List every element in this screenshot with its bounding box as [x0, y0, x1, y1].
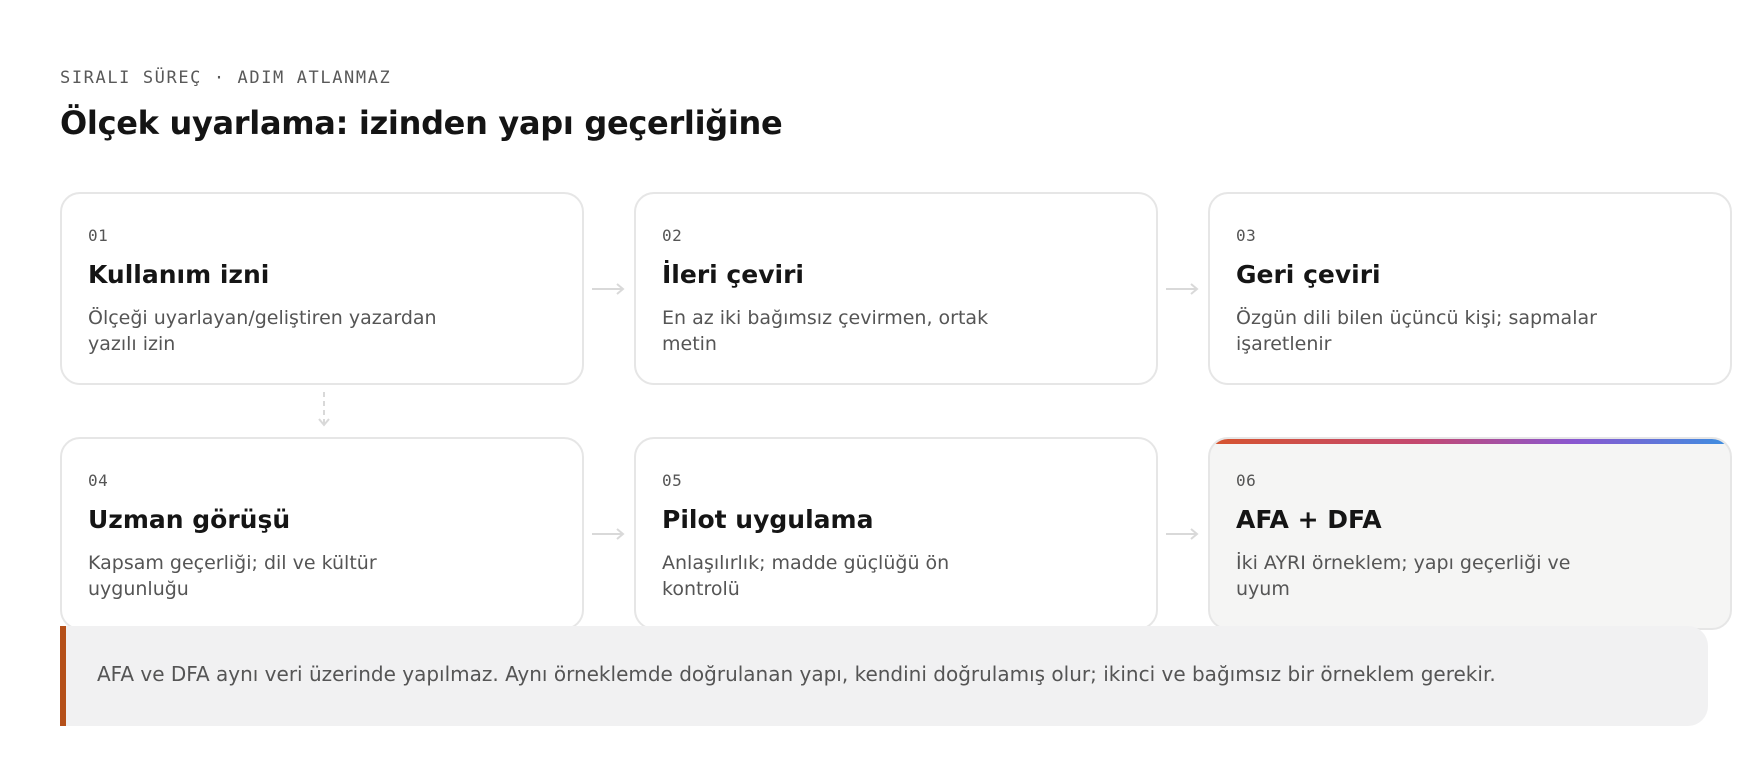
arrow-right-icon — [592, 283, 625, 295]
arrow-right-icon — [592, 528, 625, 540]
step-card-6-final: 06 AFA + DFA İki AYRI örneklem; yapı geç… — [1208, 437, 1732, 630]
step-number: 05 — [662, 471, 683, 490]
step-title: Kullanım izni — [88, 260, 270, 289]
step-number: 03 — [1236, 226, 1257, 245]
step-card-4: 04 Uzman görüşü Kapsam geçerliği; dil ve… — [60, 437, 584, 630]
gradient-accent-bar — [1210, 439, 1730, 444]
step-card-3: 03 Geri çeviri Özgün dili bilen üçüncü k… — [1208, 192, 1732, 385]
step-card-5: 05 Pilot uygulama Anlaşılırlık; madde gü… — [634, 437, 1158, 630]
step-title: Uzman görüşü — [88, 505, 291, 534]
step-description: Özgün dili bilen üçüncü kişi; sapmalar i… — [1236, 307, 1597, 355]
arrow-down-icon — [318, 392, 330, 427]
step-number: 02 — [662, 226, 683, 245]
step-number: 06 — [1236, 471, 1257, 490]
step-card-2: 02 İleri çeviri En az iki bağımsız çevir… — [634, 192, 1158, 385]
warning-callout: AFA ve DFA aynı veri üzerinde yapılmaz. … — [60, 626, 1708, 726]
step-description: En az iki bağımsız çevirmen, ortak metin — [662, 307, 989, 355]
eyebrow-label: SIRALI SÜREÇ · ADIM ATLANMAZ — [60, 68, 392, 88]
step-description: Ölçeği uyarlayan/geliştiren yazardan yaz… — [88, 307, 437, 355]
step-title: Pilot uygulama — [662, 505, 874, 534]
step-number: 01 — [88, 226, 109, 245]
arrow-right-icon — [1166, 283, 1199, 295]
step-title: İleri çeviri — [662, 260, 804, 289]
arrow-right-icon — [1166, 528, 1199, 540]
step-description: Kapsam geçerliği; dil ve kültür uygunluğ… — [88, 552, 377, 600]
step-title: AFA + DFA — [1236, 505, 1382, 534]
step-title: Geri çeviri — [1236, 260, 1381, 289]
step-description: Anlaşılırlık; madde güçlüğü ön kontrolü — [662, 552, 950, 600]
page-title: Ölçek uyarlama: izinden yapı geçerliğine — [60, 104, 783, 142]
step-description: İki AYRI örneklem; yapı geçerliği ve uyu… — [1236, 552, 1571, 600]
callout-text: AFA ve DFA aynı veri üzerinde yapılmaz. … — [97, 662, 1496, 686]
step-number: 04 — [88, 471, 109, 490]
step-card-1: 01 Kullanım izni Ölçeği uyarlayan/gelişt… — [60, 192, 584, 385]
